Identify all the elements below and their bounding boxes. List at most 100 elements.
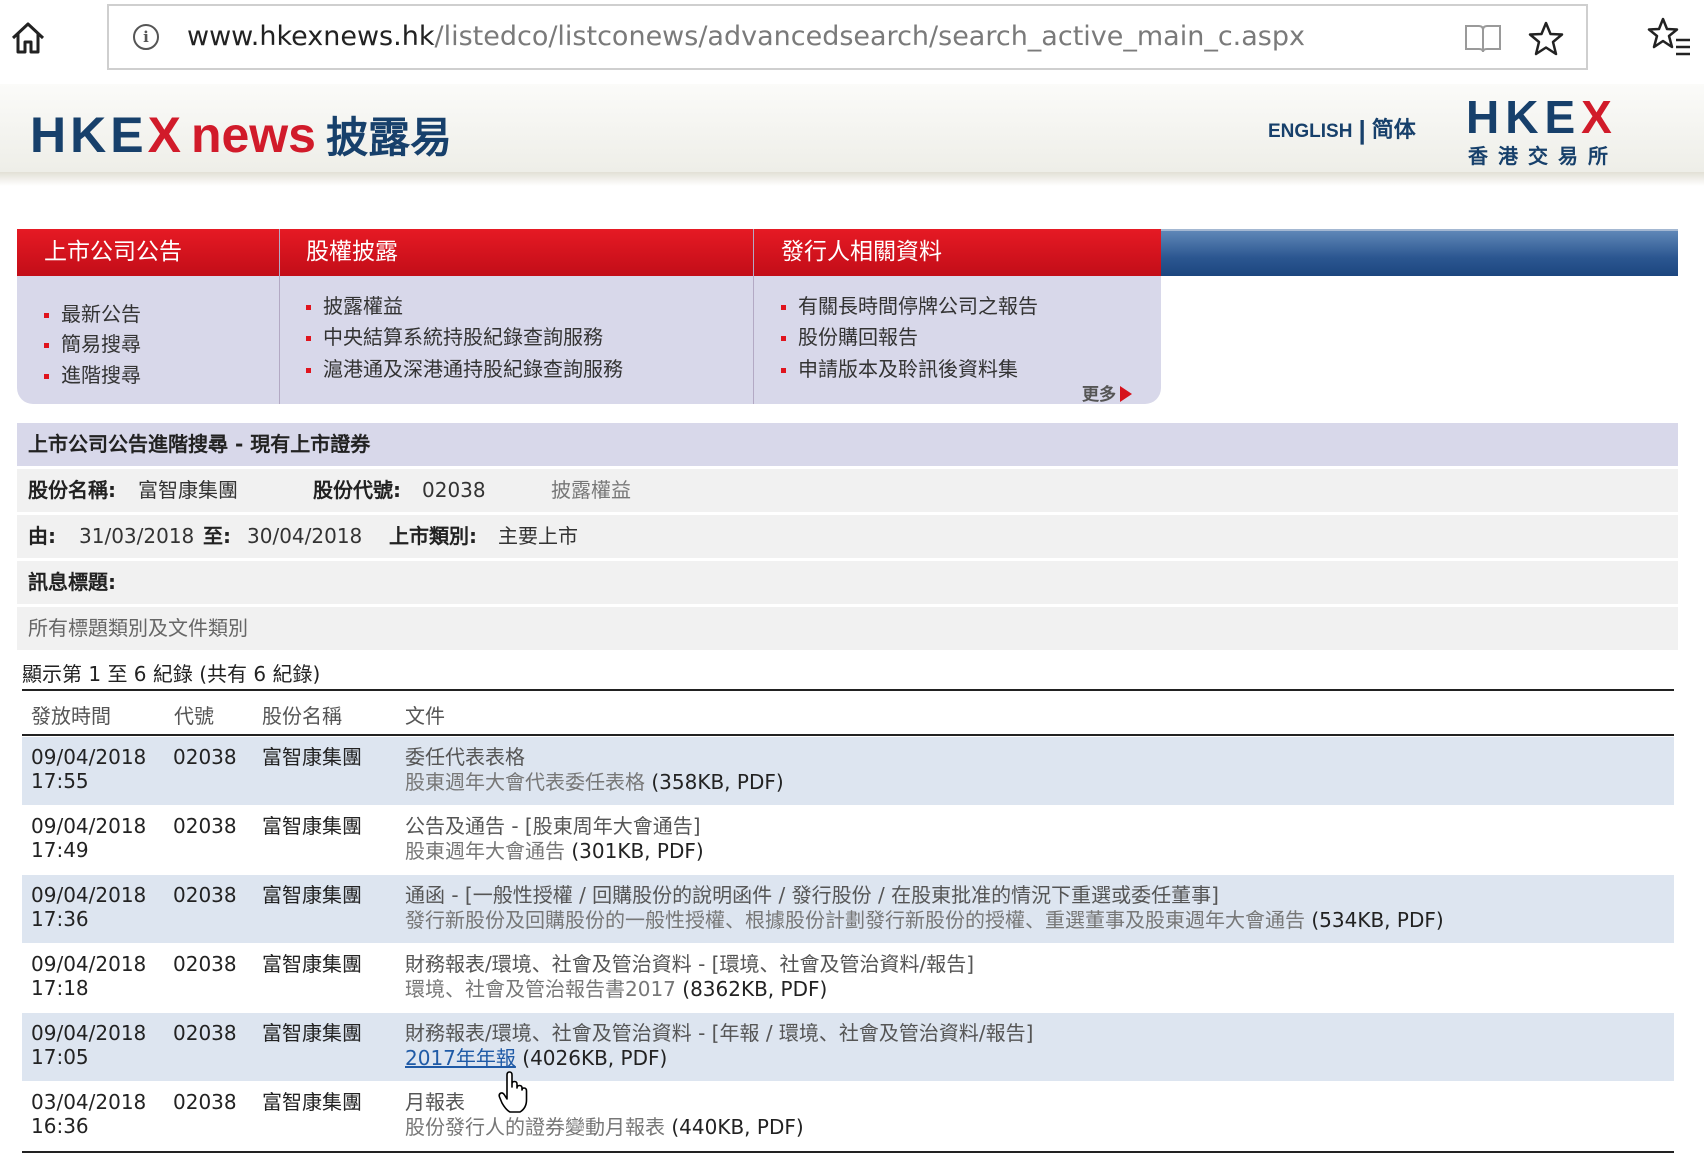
- doc-size: (301KB, PDF): [571, 839, 704, 863]
- favorites-list-icon[interactable]: [1646, 16, 1692, 58]
- table-row: 09/04/2018 17:36 02038 富智康集團 通函 - [一般性授權…: [22, 875, 1674, 943]
- row-code: 02038: [173, 883, 237, 907]
- nav-item-ccass[interactable]: 中央結算系統持股紀錄查詢服務: [306, 321, 603, 350]
- doc-name[interactable]: 發行新股份及回購股份的一般性授權、根據股份計劃發行新股份的授權、重選董事及股東週…: [405, 908, 1305, 932]
- disclosure-link[interactable]: 披露權益: [551, 469, 631, 512]
- nav-item-label: 申請版本及聆訊後資料集: [798, 357, 1018, 381]
- row-time: 17:49: [31, 838, 89, 862]
- nav-section-listed-announcements[interactable]: 上市公司公告: [44, 229, 182, 276]
- lang-simplified-link[interactable]: 简体: [1372, 117, 1416, 142]
- more-link[interactable]: 更多: [1082, 380, 1132, 405]
- column-header-document: 文件: [405, 704, 445, 728]
- row-code: 02038: [173, 1090, 237, 1114]
- nav-item-label: 股份購回報告: [798, 325, 918, 349]
- search-title: 上市公司公告進階搜尋 - 現有上市證券: [28, 432, 371, 456]
- row-doc-link[interactable]: 股東週年大會通告 (301KB, PDF): [405, 839, 704, 863]
- lang-separator: |: [1358, 115, 1366, 145]
- nav-item-buyback-report[interactable]: 股份購回報告: [781, 321, 918, 350]
- row-date: 09/04/2018: [31, 745, 147, 769]
- nav-divider: [279, 229, 280, 404]
- url-text[interactable]: www.hkexnews.hk/listedco/listconews/adva…: [187, 19, 1305, 55]
- bullet-icon: [44, 374, 49, 379]
- bullet-icon: [781, 305, 786, 310]
- logo-news-text: news: [190, 107, 316, 163]
- row-doc-title: 財務報表/環境、社會及管治資料 - [年報 / 環境、社會及管治資料/報告]: [405, 1021, 1034, 1045]
- nav-item-label: 簡易搜尋: [61, 332, 141, 356]
- row-doc-link[interactable]: 股份發行人的證券變動月報表 (440KB, PDF): [405, 1115, 804, 1139]
- language-switcher: ENGLISH | 简体: [1268, 112, 1416, 146]
- home-icon[interactable]: [8, 18, 48, 58]
- row-doc-title: 公告及通告 - [股東周年大會通告]: [405, 814, 701, 838]
- row-stock-name: 富智康集團: [262, 883, 362, 907]
- market-label: 上市類別:: [389, 524, 477, 548]
- nav-item-advanced-search[interactable]: 進階搜尋: [44, 359, 141, 388]
- headline-label: 訊息標題:: [28, 570, 116, 594]
- row-doc-title: 月報表: [405, 1090, 465, 1114]
- nav-item-stock-connect[interactable]: 滬港通及深港通持股紀錄查詢服務: [306, 353, 623, 382]
- row-date: 03/04/2018: [31, 1090, 147, 1114]
- market-value: 主要上市: [498, 524, 578, 548]
- nav-item-label: 披露權益: [323, 294, 403, 318]
- info-icon[interactable]: i: [133, 24, 159, 50]
- table-header-rule: [22, 734, 1674, 736]
- lang-english-link[interactable]: ENGLISH: [1268, 121, 1352, 142]
- reading-view-icon[interactable]: [1463, 22, 1503, 54]
- search-title-bar: 上市公司公告進階搜尋 - 現有上市證券: [17, 423, 1678, 466]
- doc-name[interactable]: 股東週年大會代表委任表格: [405, 770, 645, 794]
- nav-item-label: 滬港通及深港通持股紀錄查詢服務: [323, 357, 623, 381]
- row-doc-link[interactable]: 環境、社會及管治報告書2017 (8362KB, PDF): [405, 977, 827, 1001]
- nav-item-disclosure[interactable]: 披露權益: [306, 290, 403, 319]
- row-stock-name: 富智康集團: [262, 745, 362, 769]
- hkex-logo[interactable]: HKEX 香港交易所: [1466, 90, 1616, 170]
- row-doc-link[interactable]: 發行新股份及回購股份的一般性授權、根據股份計劃發行新股份的授權、重選董事及股東週…: [405, 908, 1444, 932]
- bullet-icon: [306, 336, 311, 341]
- hkex-logo-chinese: 香港交易所: [1468, 144, 1618, 168]
- doc-size: (4026KB, PDF): [522, 1046, 668, 1070]
- nav-item-latest[interactable]: 最新公告: [44, 298, 141, 327]
- doc-name[interactable]: 股份發行人的證券變動月報表: [405, 1115, 665, 1139]
- column-header-time: 發放時間: [31, 704, 111, 728]
- headline-value: 所有標題類別及文件類別: [28, 616, 248, 640]
- row-doc-title: 財務報表/環境、社會及管治資料 - [環境、社會及管治資料/報告]: [405, 952, 975, 976]
- nav-section-disclosure-of-interests[interactable]: 股權披露: [306, 229, 398, 276]
- row-date: 09/04/2018: [31, 1021, 147, 1045]
- doc-size: (8362KB, PDF): [682, 977, 828, 1001]
- table-row: 09/04/2018 17:49 02038 富智康集團 公告及通告 - [股東…: [22, 806, 1674, 874]
- nav-item-label: 進階搜尋: [61, 363, 141, 387]
- url-path: /listedco/listconews/advancedsearch/sear…: [434, 21, 1305, 52]
- nav-divider: [753, 229, 754, 404]
- criteria-row-stock: 股份名稱: 富智康集團 股份代號: 02038 披露權益: [17, 469, 1678, 512]
- hkex-logo-x: X: [1581, 91, 1618, 143]
- stock-name-value: 富智康集團: [138, 478, 238, 502]
- nav-section-issuer-info[interactable]: 發行人相關資料: [781, 229, 942, 276]
- nav-item-simple-search[interactable]: 簡易搜尋: [44, 328, 141, 357]
- favorite-star-icon[interactable]: [1527, 20, 1565, 58]
- bullet-icon: [781, 368, 786, 373]
- logo-chinese-text: 披露易: [326, 113, 453, 162]
- table-row: 09/04/2018 17:05 02038 富智康集團 財務報表/環境、社會及…: [22, 1013, 1674, 1081]
- nav-item-label: 有關長時間停牌公司之報告: [798, 294, 1038, 318]
- criteria-row-dates: 由: 31/03/2018 至: 30/04/2018 上市類別: 主要上市: [17, 515, 1678, 558]
- row-code: 02038: [173, 1021, 237, 1045]
- row-doc-link[interactable]: 2017年年報 (4026KB, PDF): [405, 1046, 667, 1070]
- row-code: 02038: [173, 952, 237, 976]
- row-doc-link[interactable]: 股東週年大會代表委任表格 (358KB, PDF): [405, 770, 784, 794]
- address-bar[interactable]: i www.hkexnews.hk/listedco/listconews/ad…: [107, 4, 1588, 70]
- row-date: 09/04/2018: [31, 883, 147, 907]
- row-time: 17:36: [31, 907, 89, 931]
- nav-item-suspension-report[interactable]: 有關長時間停牌公司之報告: [781, 290, 1038, 319]
- doc-size: (440KB, PDF): [671, 1115, 804, 1139]
- row-doc-title: 通函 - [一般性授權 / 回購股份的說明函件 / 發行股份 / 在股東批准的情…: [405, 883, 1219, 907]
- doc-name-link[interactable]: 2017年年報: [405, 1046, 516, 1070]
- hkexnews-logo[interactable]: HKEX news 披露易: [30, 104, 452, 165]
- nav-item-application-proofs[interactable]: 申請版本及聆訊後資料集: [781, 353, 1018, 382]
- criteria-row-headline: 訊息標題:: [17, 561, 1678, 604]
- table-top-rule: [22, 689, 1674, 691]
- hand-cursor-icon: [498, 1070, 528, 1114]
- doc-name[interactable]: 環境、社會及管治報告書2017: [405, 977, 676, 1001]
- bullet-icon: [306, 368, 311, 373]
- column-header-name: 股份名稱: [262, 704, 342, 728]
- doc-name[interactable]: 股東週年大會通告: [405, 839, 565, 863]
- stock-name-label: 股份名稱:: [28, 478, 116, 502]
- nav-bar: [17, 229, 1161, 276]
